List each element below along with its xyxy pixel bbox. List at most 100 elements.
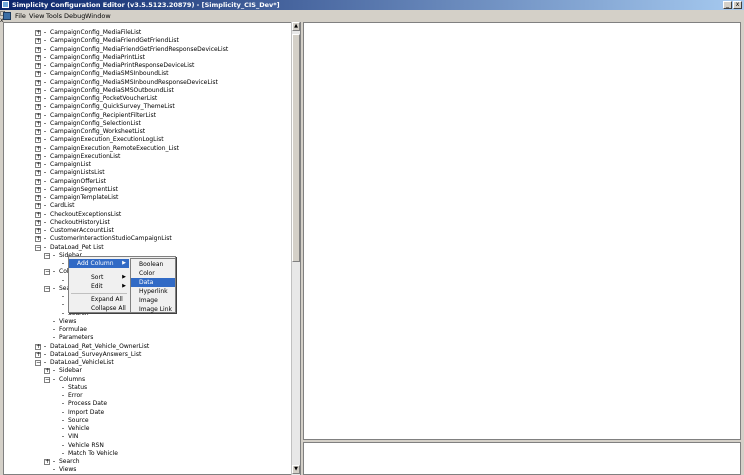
collapse-icon[interactable]: − bbox=[44, 269, 50, 276]
tree-connector bbox=[44, 180, 46, 182]
menu-sort[interactable]: Sort ▶ bbox=[69, 273, 129, 282]
tree-item-label: Vehicle RSN bbox=[68, 441, 104, 449]
expand-icon[interactable]: + bbox=[35, 120, 41, 127]
expand-icon[interactable]: + bbox=[35, 219, 41, 226]
expand-icon[interactable]: + bbox=[35, 153, 41, 160]
expand-icon[interactable]: + bbox=[35, 129, 41, 135]
tree-connector bbox=[53, 329, 55, 330]
expand-icon[interactable]: + bbox=[35, 30, 41, 36]
tree-item-label: Match To Vehicle bbox=[68, 449, 118, 457]
tree-item-label: DataLoad_SurveyAnswers_List bbox=[50, 350, 142, 358]
tree-item-label: CheckoutHistoryList bbox=[50, 218, 110, 226]
tree-item-label: CampaignConfig_MediaPrintList bbox=[50, 53, 146, 61]
tree-item-label: Sidebar bbox=[59, 367, 82, 375]
menu-add-column[interactable]: Add Column ▶ bbox=[69, 259, 129, 268]
tree-connector bbox=[44, 89, 46, 91]
output-pane[interactable] bbox=[303, 442, 741, 475]
expand-icon[interactable]: + bbox=[44, 459, 50, 465]
tree-connector bbox=[44, 106, 46, 108]
expand-icon[interactable]: + bbox=[35, 137, 41, 144]
tree-connector bbox=[44, 56, 46, 58]
submenu-image[interactable]: Image bbox=[131, 296, 175, 305]
expand-icon[interactable]: + bbox=[35, 178, 41, 185]
tree-item-label: CampaignConfig_MediaFileList bbox=[50, 29, 142, 36]
menu-file[interactable]: File bbox=[15, 12, 26, 20]
tree-connector bbox=[62, 312, 64, 314]
tree-item-label: CustomerInteractionStudioCampaignList bbox=[50, 235, 172, 243]
collapse-icon[interactable]: − bbox=[44, 285, 50, 292]
collapse-icon[interactable]: − bbox=[35, 244, 41, 251]
tree-item-label: Columns bbox=[59, 375, 86, 383]
scroll-down-icon[interactable]: ▼ bbox=[292, 465, 300, 474]
tree-connector bbox=[53, 337, 55, 339]
menu-tools[interactable]: Tools bbox=[46, 12, 62, 20]
submenu-data[interactable]: Data bbox=[131, 278, 175, 287]
menu-expand-all[interactable]: Expand All bbox=[69, 295, 129, 304]
expand-icon[interactable]: + bbox=[44, 368, 50, 375]
submenu-image-link[interactable]: Image Link bbox=[131, 305, 175, 314]
expand-icon[interactable]: + bbox=[35, 351, 41, 358]
expand-icon[interactable]: + bbox=[35, 112, 41, 119]
expand-icon[interactable]: + bbox=[35, 228, 41, 234]
expand-icon[interactable]: + bbox=[35, 71, 41, 78]
tree-connector bbox=[62, 428, 64, 429]
tree-connector bbox=[62, 436, 64, 438]
expand-icon[interactable]: + bbox=[35, 38, 41, 45]
tree-scrollbar[interactable]: ▲ ▼ bbox=[291, 22, 300, 475]
expand-icon[interactable]: + bbox=[35, 46, 41, 53]
tree-connector bbox=[44, 48, 46, 50]
tree-item-label: DataLoad_Pet List bbox=[50, 243, 104, 251]
tree-connector bbox=[53, 469, 55, 471]
expand-icon[interactable]: + bbox=[35, 170, 41, 177]
tree-connector bbox=[44, 221, 46, 223]
minimize-button[interactable]: _ bbox=[723, 1, 732, 9]
collapse-icon[interactable]: − bbox=[44, 376, 50, 383]
expand-icon[interactable]: + bbox=[35, 186, 41, 193]
document-icon[interactable] bbox=[3, 12, 11, 20]
tree-connector bbox=[44, 98, 46, 99]
expand-icon[interactable]: + bbox=[35, 236, 41, 243]
expand-icon[interactable]: + bbox=[35, 195, 41, 201]
tree-item-label: CustomerAccountList bbox=[50, 227, 114, 234]
tree-view[interactable]: + CampaignConfig_MediaFileList + CampaignCo… bbox=[3, 22, 301, 475]
expand-icon[interactable]: + bbox=[35, 63, 41, 69]
tree-item-label: CampaignConfig_RecipientFilterList bbox=[50, 111, 156, 119]
collapse-icon[interactable]: − bbox=[35, 360, 41, 366]
menu-view[interactable]: View bbox=[29, 12, 44, 20]
tree-item-label: CampaignConfig_QuickSurvey_ThemeList bbox=[50, 103, 175, 111]
expand-icon[interactable]: + bbox=[35, 145, 41, 152]
tree-connector bbox=[44, 122, 46, 124]
tree-connector bbox=[44, 213, 46, 215]
menu-edit[interactable]: Edit ▶ bbox=[69, 282, 129, 291]
expand-icon[interactable]: + bbox=[35, 203, 41, 210]
collapse-icon[interactable]: − bbox=[44, 252, 50, 259]
submenu-boolean[interactable]: Boolean bbox=[131, 260, 175, 269]
tree-connector bbox=[44, 65, 46, 66]
editor-pane[interactable] bbox=[303, 22, 741, 440]
tree-connector bbox=[62, 403, 64, 405]
expand-icon[interactable]: + bbox=[35, 343, 41, 350]
expand-icon[interactable]: + bbox=[35, 104, 41, 111]
submenu-hyperlink[interactable]: Hyperlink bbox=[131, 287, 175, 296]
expand-icon[interactable]: + bbox=[35, 96, 41, 102]
restore-button[interactable]: □ bbox=[0, 10, 744, 17]
expand-icon[interactable]: + bbox=[35, 162, 41, 168]
tree-item-label: Error bbox=[68, 392, 83, 399]
menu-debug[interactable]: Debug bbox=[64, 12, 85, 20]
tree-item-label: CampaignConfig_MediaSMSOutboundList bbox=[50, 86, 174, 94]
submenu-color[interactable]: Color bbox=[131, 269, 175, 278]
scroll-up-icon[interactable]: ▲ bbox=[292, 22, 300, 31]
tree-item-label: CardList bbox=[50, 202, 75, 210]
expand-icon[interactable]: + bbox=[35, 87, 41, 94]
tree-item-label: CampaignConfig_MediaSMSInboundList bbox=[50, 70, 169, 78]
menu-collapse-all[interactable]: Collapse All bbox=[69, 304, 129, 313]
close-button[interactable]: x bbox=[733, 1, 742, 9]
tree-item-label: CampaignTemplateList bbox=[50, 194, 119, 201]
scroll-thumb[interactable] bbox=[292, 34, 300, 262]
menu-window[interactable]: Window bbox=[85, 12, 111, 20]
chevron-right-icon: ▶ bbox=[122, 274, 126, 280]
tree-item-label: CampaignConfig_MediaSMSInboundResponseDe… bbox=[50, 78, 218, 86]
expand-icon[interactable]: + bbox=[35, 54, 41, 61]
expand-icon[interactable]: + bbox=[35, 211, 41, 218]
expand-icon[interactable]: + bbox=[35, 79, 41, 86]
